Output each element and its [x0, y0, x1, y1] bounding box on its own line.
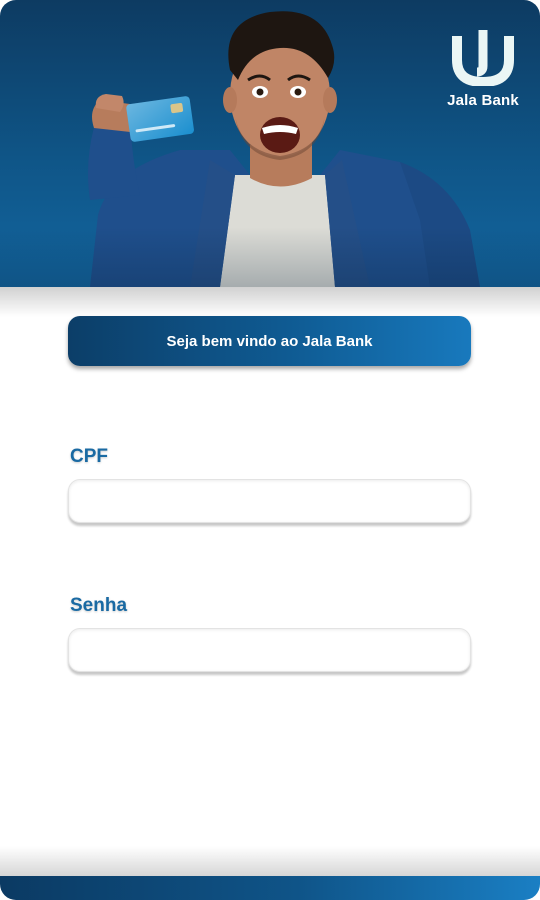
welcome-text: Seja bem vindo ao Jala Bank: [166, 332, 373, 350]
footer-bar: [0, 876, 540, 900]
cpf-input[interactable]: [68, 479, 471, 523]
cpf-label: CPF: [70, 446, 108, 467]
welcome-banner: Seja bem vindo ao Jala Bank: [68, 316, 471, 366]
hero-person-image: [88, 11, 480, 287]
brand-name: Jala Bank: [447, 92, 519, 109]
jala-j-logo-icon: [452, 30, 514, 86]
hero-banner: Jala Bank: [0, 0, 540, 287]
hero-shadow: [0, 287, 540, 317]
password-input[interactable]: [68, 628, 471, 672]
footer-shadow: [0, 846, 540, 876]
login-screen: Jala Bank Seja bem vindo ao Jala Bank CP…: [0, 0, 540, 900]
brand: Jala Bank: [438, 30, 528, 109]
password-label: Senha: [70, 595, 128, 616]
